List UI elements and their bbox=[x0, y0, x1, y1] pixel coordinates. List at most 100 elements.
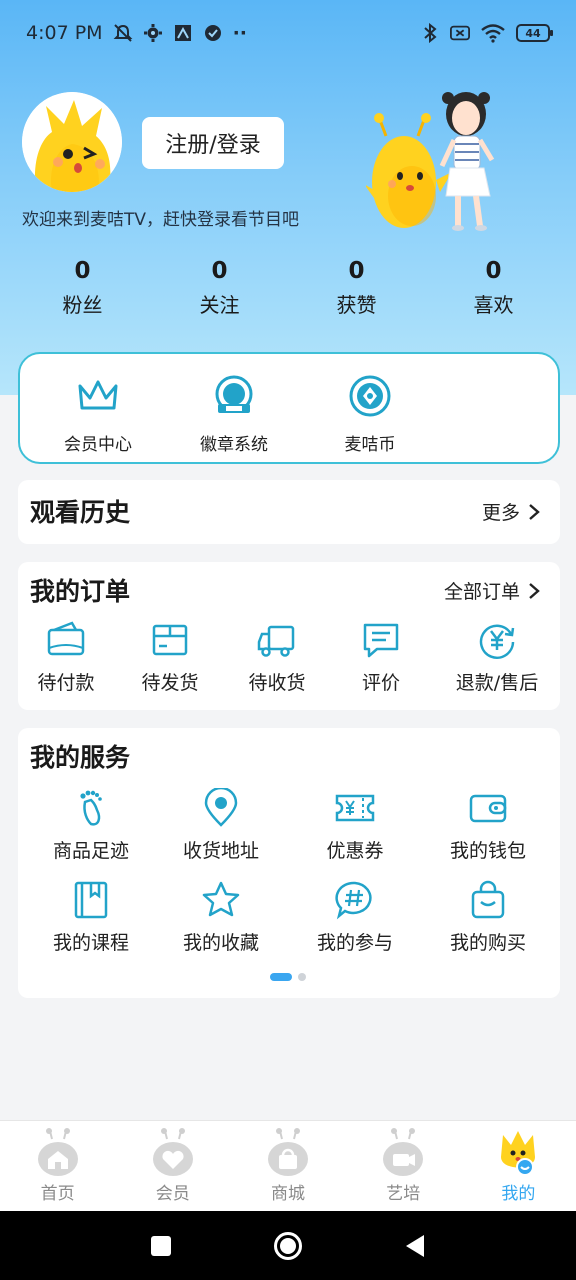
coin-icon bbox=[349, 375, 391, 417]
back-button[interactable] bbox=[404, 1234, 426, 1258]
page-dot-active[interactable] bbox=[270, 973, 292, 981]
service-participation[interactable]: 我的参与 bbox=[286, 880, 424, 955]
nav-label: 我的 bbox=[501, 1184, 536, 1204]
watch-history-more-link[interactable]: 更多 bbox=[482, 498, 540, 525]
service-purchases[interactable]: 我的购买 bbox=[424, 880, 552, 955]
stat-value: 0 bbox=[485, 258, 502, 284]
footprint-icon bbox=[80, 790, 102, 826]
stat-label: 获赞 bbox=[336, 293, 377, 317]
welcome-text: 欢迎来到麦咭TV，赶快登录看节目吧 bbox=[22, 210, 300, 230]
location-icon bbox=[204, 788, 238, 827]
stat-value: 0 bbox=[211, 258, 228, 284]
service-favorites[interactable]: 我的收藏 bbox=[156, 880, 286, 955]
my-services-card: 我的服务 商品足迹 收货地址 优惠券 我的钱包 我的课程 我的收藏 我的参与 我… bbox=[18, 728, 560, 998]
system-nav-bar bbox=[0, 1211, 576, 1280]
star-icon bbox=[202, 881, 240, 917]
order-refund[interactable]: 退款/售后 bbox=[434, 620, 560, 695]
comment-icon bbox=[363, 623, 399, 658]
order-review[interactable]: 评价 bbox=[328, 620, 434, 695]
stat-value: 0 bbox=[348, 258, 365, 284]
order-pending-shipment[interactable]: 待发货 bbox=[114, 620, 226, 695]
profile-stats: 0 粉丝 0 关注 0 获赞 0 喜欢 bbox=[14, 255, 562, 325]
nav-label: 首页 bbox=[40, 1184, 75, 1204]
nav-art-training[interactable]: 艺培 bbox=[346, 1121, 461, 1211]
my-orders-title: 我的订单 bbox=[30, 577, 131, 606]
purse-icon bbox=[469, 794, 507, 823]
member-center-button[interactable]: 会员中心 bbox=[30, 354, 166, 462]
all-orders-label: 全部订单 bbox=[443, 581, 520, 603]
member-item-label: 会员中心 bbox=[64, 435, 132, 455]
mute-icon bbox=[113, 23, 133, 43]
badge-system-button[interactable]: 徽章系统 bbox=[166, 354, 302, 462]
page-dot[interactable] bbox=[298, 973, 306, 981]
mascot-girl-illustration bbox=[366, 92, 495, 231]
service-courses[interactable]: 我的课程 bbox=[26, 880, 156, 955]
watch-history-card[interactable]: 观看历史 更多 bbox=[18, 480, 560, 544]
member-item-label: 麦咭币 bbox=[344, 435, 396, 455]
stat-likes-received[interactable]: 0 获赞 bbox=[297, 255, 417, 325]
service-footprint[interactable]: 商品足迹 bbox=[26, 788, 156, 863]
member-item-label: 徽章系统 bbox=[200, 435, 268, 455]
order-pending-receipt[interactable]: 待收货 bbox=[226, 620, 328, 695]
bottom-nav: 首页 会员 商城 艺培 我的 bbox=[0, 1120, 576, 1211]
chevron-right-icon bbox=[529, 503, 540, 520]
my-orders-card: 我的订单 全部订单 待付款 待发货 待收货 评价 退款/售后 bbox=[18, 562, 560, 710]
service-label: 我的课程 bbox=[53, 932, 130, 954]
service-label: 收货地址 bbox=[183, 840, 260, 862]
app-icon bbox=[173, 23, 193, 43]
video-icon bbox=[383, 1128, 424, 1176]
order-item-label: 评价 bbox=[361, 672, 400, 694]
crown-icon bbox=[78, 380, 118, 410]
stat-fans[interactable]: 0 粉丝 bbox=[23, 255, 143, 325]
wifi-icon bbox=[480, 23, 506, 43]
profile-mascot-icon bbox=[501, 1131, 536, 1176]
stat-label: 喜欢 bbox=[473, 293, 514, 317]
all-orders-link[interactable]: 全部订单 bbox=[444, 577, 540, 604]
service-label: 优惠券 bbox=[326, 840, 384, 862]
home-button[interactable] bbox=[273, 1231, 303, 1261]
services-row-2: 我的课程 我的收藏 我的参与 我的购买 bbox=[18, 880, 560, 955]
battery-icon: 44 bbox=[516, 24, 553, 42]
order-item-label: 待收货 bbox=[248, 672, 306, 694]
nav-mine[interactable]: 我的 bbox=[461, 1121, 576, 1211]
nav-label: 会员 bbox=[155, 1184, 190, 1204]
mascot-avatar-icon bbox=[22, 92, 122, 192]
stat-label: 关注 bbox=[199, 293, 240, 317]
chevron-right-icon bbox=[529, 582, 540, 599]
recent-apps-button[interactable] bbox=[150, 1235, 172, 1257]
page-indicator bbox=[270, 973, 306, 981]
stat-label: 粉丝 bbox=[62, 293, 103, 317]
nav-label: 艺培 bbox=[386, 1184, 421, 1204]
truck-icon bbox=[257, 625, 295, 657]
mall-bag-icon bbox=[268, 1128, 308, 1176]
stat-favorites[interactable]: 0 喜欢 bbox=[434, 255, 554, 325]
order-item-label: 待发货 bbox=[141, 672, 199, 694]
book-icon bbox=[74, 881, 108, 919]
badge-icon bbox=[215, 375, 253, 413]
nav-member[interactable]: 会员 bbox=[115, 1121, 230, 1211]
stat-following[interactable]: 0 关注 bbox=[160, 255, 280, 325]
stat-value: 0 bbox=[74, 258, 91, 284]
nav-mall[interactable]: 商城 bbox=[230, 1121, 345, 1211]
services-row-1: 商品足迹 收货地址 优惠券 我的钱包 bbox=[18, 788, 560, 863]
hashtag-icon bbox=[335, 881, 372, 920]
order-item-label: 退款/售后 bbox=[455, 672, 539, 694]
home-icon bbox=[37, 1128, 78, 1176]
check-circle-icon bbox=[203, 23, 223, 43]
more-label: 更多 bbox=[481, 502, 520, 524]
nav-home[interactable]: 首页 bbox=[0, 1121, 115, 1211]
service-label: 我的购买 bbox=[449, 932, 526, 954]
order-pending-payment[interactable]: 待付款 bbox=[18, 620, 114, 695]
watch-history-title: 观看历史 bbox=[30, 498, 131, 527]
status-more-dots: ·· bbox=[232, 22, 247, 44]
service-address[interactable]: 收货地址 bbox=[156, 788, 286, 863]
service-wallet[interactable]: 我的钱包 bbox=[424, 788, 552, 863]
avatar[interactable] bbox=[22, 92, 122, 192]
coin-button[interactable]: 麦咭币 bbox=[302, 354, 438, 462]
bluetooth-icon bbox=[420, 23, 440, 43]
service-label: 我的钱包 bbox=[449, 840, 526, 862]
login-button[interactable]: 注册/登录 bbox=[142, 117, 284, 169]
refund-icon bbox=[479, 624, 515, 659]
service-coupon[interactable]: 优惠券 bbox=[286, 788, 424, 863]
gear-icon bbox=[143, 23, 163, 43]
